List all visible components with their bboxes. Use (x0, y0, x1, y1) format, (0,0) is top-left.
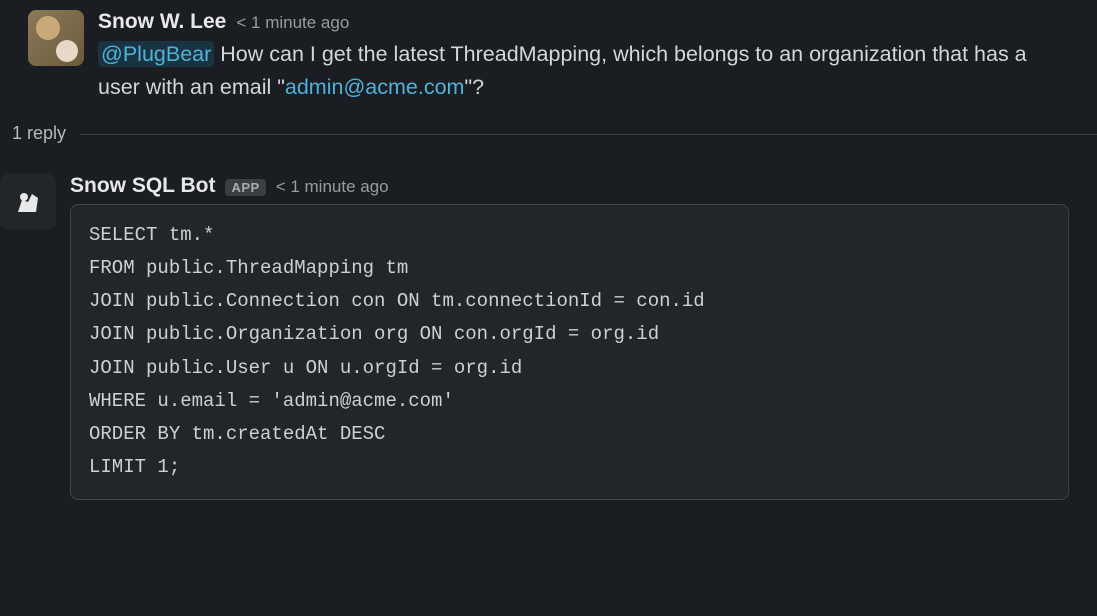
original-message: Snow W. Lee < 1 minute ago @PlugBear How… (0, 0, 1097, 111)
author-name[interactable]: Snow W. Lee (98, 10, 226, 34)
reply-message: Snow SQL Bot APP < 1 minute ago SELECT t… (0, 164, 1097, 506)
code-block[interactable]: SELECT tm.* FROM public.ThreadMapping tm… (70, 204, 1069, 500)
message-timestamp[interactable]: < 1 minute ago (236, 13, 349, 33)
message-text-part: "? (464, 75, 484, 99)
message-body: Snow W. Lee < 1 minute ago @PlugBear How… (98, 10, 1069, 105)
reply-body: Snow SQL Bot APP < 1 minute ago SELECT t… (70, 174, 1069, 500)
message-text: @PlugBear How can I get the latest Threa… (98, 38, 1069, 105)
user-avatar[interactable] (28, 10, 84, 66)
bot-avatar[interactable] (0, 174, 56, 230)
reply-divider: 1 reply (0, 111, 1097, 164)
email-link[interactable]: admin@acme.com (285, 75, 465, 99)
bot-icon (8, 182, 48, 222)
reply-header: Snow SQL Bot APP < 1 minute ago (70, 174, 1069, 198)
user-mention[interactable]: @PlugBear (98, 41, 214, 67)
message-text-part: How can I get the latest ThreadMapping, … (98, 42, 1027, 99)
divider-line (80, 134, 1097, 135)
app-badge: APP (225, 179, 265, 196)
reply-count[interactable]: 1 reply (6, 111, 66, 158)
message-header: Snow W. Lee < 1 minute ago (98, 10, 1069, 34)
bot-author-name[interactable]: Snow SQL Bot (70, 174, 215, 198)
reply-timestamp[interactable]: < 1 minute ago (276, 177, 389, 197)
